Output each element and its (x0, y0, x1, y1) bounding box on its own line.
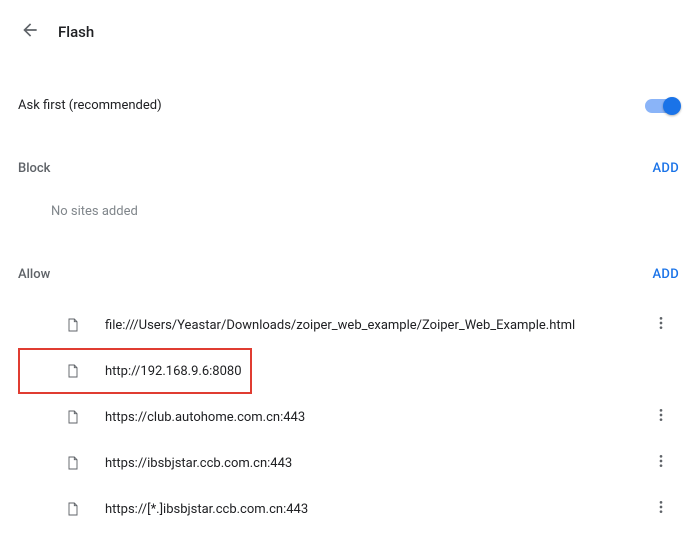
back-button[interactable] (12, 14, 48, 50)
allow-site-row[interactable]: https://[*.]ibsbjstar.ccb.com.cn:443 (18, 486, 679, 532)
allow-heading: Allow (18, 267, 50, 282)
toggle-thumb (663, 97, 681, 115)
file-icon (65, 501, 81, 517)
site-row-actions (643, 440, 679, 486)
allow-add-button[interactable]: ADD (653, 267, 680, 282)
file-icon (65, 455, 81, 471)
more-vertical-icon (653, 407, 669, 427)
page-title: Flash (58, 23, 94, 41)
block-heading: Block (18, 161, 50, 176)
site-url: http://192.168.9.6:8080 (105, 364, 250, 379)
site-more-button[interactable] (643, 491, 679, 527)
allow-site-row[interactable]: https://ibsbjstar.ccb.com.cn:443 (18, 440, 679, 486)
allow-site-row[interactable]: file:///Users/Yeastar/Downloads/zoiper_w… (18, 302, 679, 348)
ask-first-label: Ask first (recommended) (18, 98, 162, 113)
allow-site-list: file:///Users/Yeastar/Downloads/zoiper_w… (18, 296, 679, 532)
site-row-actions (643, 302, 679, 348)
page-header: Flash (18, 10, 679, 64)
more-vertical-icon (653, 453, 669, 473)
arrow-left-icon (20, 20, 40, 44)
ask-first-row: Ask first (recommended) (18, 84, 679, 127)
site-more-button[interactable] (643, 399, 679, 435)
ask-first-toggle[interactable] (645, 99, 679, 113)
block-section-header: Block ADD (18, 147, 679, 190)
file-icon (65, 317, 81, 333)
site-more-button[interactable] (643, 307, 679, 343)
site-url: https://club.autohome.com.cn:443 (105, 410, 679, 425)
site-url: https://[*.]ibsbjstar.ccb.com.cn:443 (105, 502, 679, 517)
file-icon (65, 363, 81, 379)
site-url: https://ibsbjstar.ccb.com.cn:443 (105, 456, 679, 471)
file-icon (65, 409, 81, 425)
more-vertical-icon (653, 315, 669, 335)
site-row-actions (643, 486, 679, 532)
allow-site-row-highlighted[interactable]: http://192.168.9.6:8080 (18, 348, 252, 394)
site-more-button[interactable] (643, 445, 679, 481)
site-row-actions (643, 394, 679, 440)
allow-site-row[interactable]: https://club.autohome.com.cn:443 (18, 394, 679, 440)
allow-section-header: Allow ADD (18, 253, 679, 296)
block-empty-text: No sites added (18, 190, 679, 233)
more-vertical-icon (653, 499, 669, 519)
block-add-button[interactable]: ADD (653, 161, 680, 176)
site-url: file:///Users/Yeastar/Downloads/zoiper_w… (105, 318, 679, 333)
